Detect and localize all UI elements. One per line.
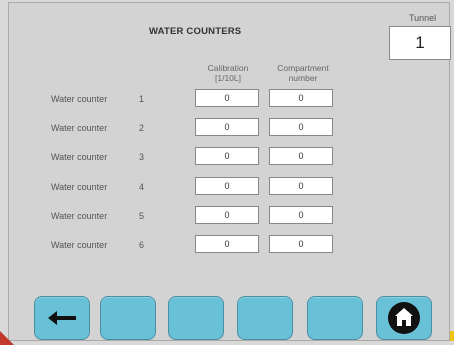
- compartment-field[interactable]: 0: [269, 147, 333, 165]
- calibration-field[interactable]: 0: [195, 89, 259, 107]
- arrow-left-icon: [48, 311, 76, 325]
- compartment-field[interactable]: 0: [269, 118, 333, 136]
- home-icon: [388, 302, 420, 334]
- compartment-field[interactable]: 0: [269, 89, 333, 107]
- row-number: 6: [139, 240, 145, 250]
- row-label: Water counter: [51, 240, 108, 250]
- row-label: Water counter: [51, 211, 108, 221]
- function-button-1[interactable]: [100, 296, 156, 340]
- calibration-field[interactable]: 0: [195, 147, 259, 165]
- calibration-field[interactable]: 0: [195, 118, 259, 136]
- corner-indicator-yellow: [450, 331, 454, 341]
- calibration-column-header: Calibration [1/10L]: [207, 63, 249, 83]
- calibration-field[interactable]: 0: [195, 206, 259, 224]
- tunnel-field[interactable]: 1: [389, 26, 451, 60]
- row-label: Water counter: [51, 94, 108, 104]
- row-label: Water counter: [51, 123, 108, 133]
- compartment-field[interactable]: 0: [269, 206, 333, 224]
- back-button[interactable]: [34, 296, 90, 340]
- compartment-field[interactable]: 0: [269, 177, 333, 195]
- tunnel-label: Tunnel: [409, 13, 437, 23]
- function-button-4[interactable]: [307, 296, 363, 340]
- page-title: WATER COUNTERS: [149, 26, 242, 37]
- home-button[interactable]: [376, 296, 432, 340]
- row-number: 1: [139, 94, 145, 104]
- row-label: Water counter: [51, 182, 108, 192]
- function-button-3[interactable]: [237, 296, 293, 340]
- corner-indicator: [0, 331, 14, 345]
- row-number: 5: [139, 211, 145, 221]
- row-number: 2: [139, 123, 145, 133]
- compartment-column-header: Compartment number: [277, 63, 329, 83]
- row-label: Water counter: [51, 152, 108, 162]
- water-counters-screen: WATER COUNTERS Tunnel 1 Calibration [1/1…: [8, 2, 451, 341]
- calibration-field[interactable]: 0: [195, 235, 259, 253]
- row-number: 4: [139, 182, 145, 192]
- calibration-field[interactable]: 0: [195, 177, 259, 195]
- row-number: 3: [139, 152, 145, 162]
- function-button-2[interactable]: [168, 296, 224, 340]
- compartment-field[interactable]: 0: [269, 235, 333, 253]
